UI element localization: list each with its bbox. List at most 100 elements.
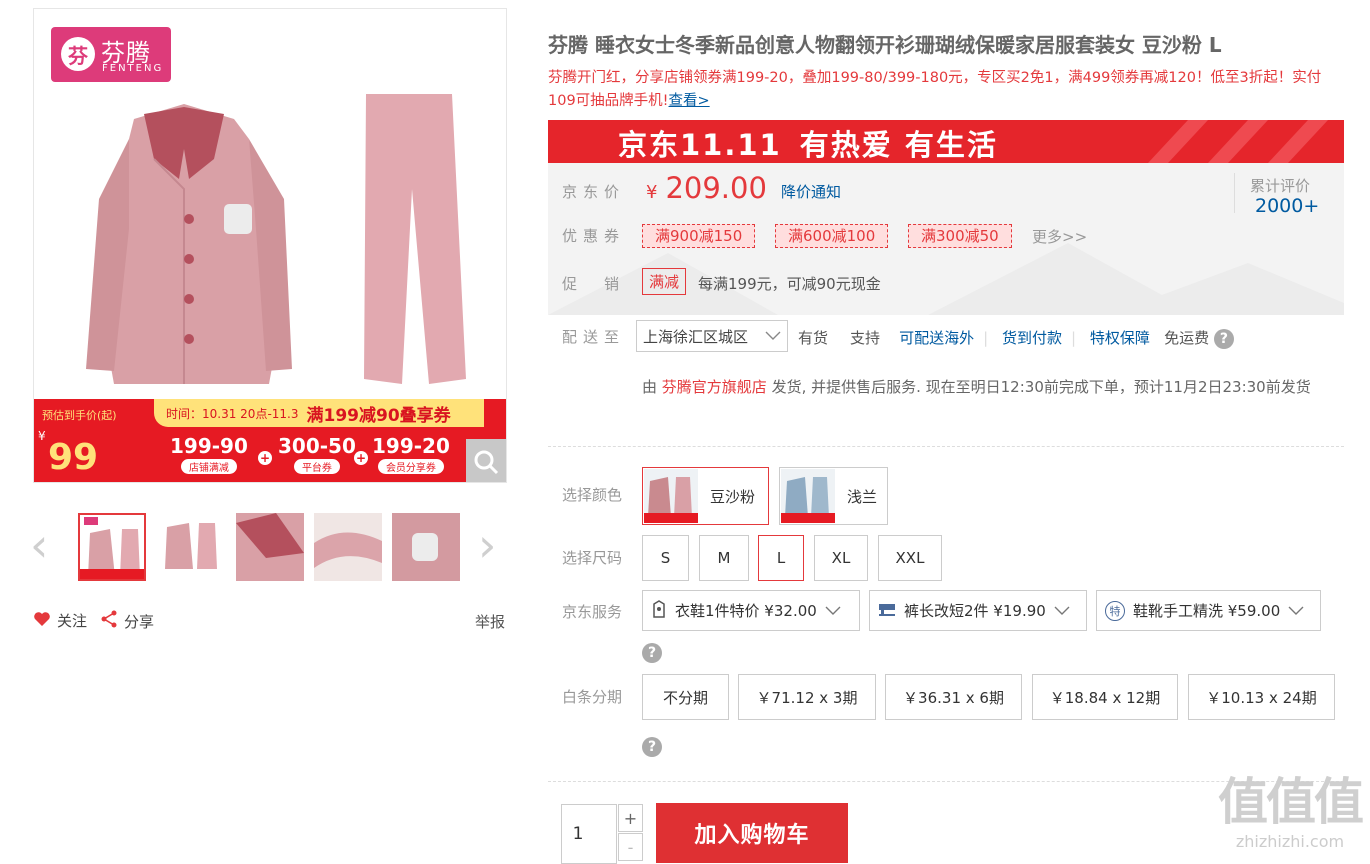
slogan-view-link[interactable]: 查看>: [669, 93, 710, 109]
stock-status: 有货: [798, 329, 829, 347]
promo-segment-sub: 会员分享券: [377, 459, 444, 474]
color-option[interactable]: 浅兰: [779, 467, 888, 525]
brand-logo: 芬 芬腾 FENTENG: [51, 27, 171, 82]
banner-text: 京东11.11 有热爱 有生活: [618, 122, 998, 163]
installment-option[interactable]: 不分期: [642, 674, 729, 720]
promo-label: 促销: [562, 275, 647, 293]
share-button[interactable]: 分享: [100, 610, 154, 632]
support-item[interactable]: 货到付款: [1002, 329, 1062, 347]
report-link[interactable]: 举报: [475, 611, 505, 632]
price-amount: 209.00: [665, 171, 767, 205]
size-option[interactable]: S: [642, 535, 689, 581]
divider: [548, 446, 1344, 447]
region-value: 上海徐汇区城区: [643, 327, 749, 346]
installment-option[interactable]: ￥36.31 x 6期: [885, 674, 1022, 720]
promo-segment-sub: 店铺满减: [180, 459, 237, 474]
color-name: 浅兰: [847, 487, 878, 506]
divider: |: [983, 329, 989, 347]
price-notice-link[interactable]: 降价通知: [781, 181, 841, 202]
estimate-label: 预估到手价(起): [42, 409, 117, 422]
promo-segment: 300-50 平台券: [278, 435, 356, 475]
estimate-currency: ¥: [38, 429, 46, 443]
installment-option[interactable]: ￥71.12 x 3期: [738, 674, 876, 720]
price-value: ¥209.00: [646, 171, 767, 205]
plus-icon: +: [258, 451, 272, 465]
divider: |: [1070, 329, 1077, 347]
size-option[interactable]: M: [699, 535, 749, 581]
thumbnail-item[interactable]: [236, 513, 304, 581]
jd-1111-banner: 京东11.11 有热爱 有生活: [548, 120, 1344, 163]
service-option[interactable]: 衣鞋1件特价 ¥32.00: [642, 590, 860, 631]
service-text: 鞋靴手工精洗 ¥59.00: [1133, 602, 1281, 620]
share-icon: [100, 610, 118, 632]
add-to-cart-button[interactable]: 加入购物车: [656, 803, 848, 863]
service-option[interactable]: 特 鞋靴手工精洗 ¥59.00: [1096, 590, 1321, 631]
promo-segment-amount: 199-20: [372, 434, 450, 458]
magnifier-icon[interactable]: [466, 439, 506, 482]
size-option[interactable]: XL: [814, 535, 868, 581]
promo-time-strip: 时间：10.31 20点-11.3 满199减90叠享券: [154, 399, 484, 427]
ship-prefix: 由: [642, 378, 662, 396]
follow-button[interactable]: 关注: [33, 610, 87, 631]
price-summary: 京东价 ¥209.00 降价通知 累计评价 2000+ 优惠券 满900减150…: [548, 163, 1344, 315]
thumbnail-prev-arrow-icon[interactable]: ‹: [30, 522, 48, 568]
ship-text: 发货, 并提供售后服务. 现在至明日12:30前完成下单，预计11月2日23:3…: [766, 378, 1311, 396]
price-currency: ¥: [646, 182, 658, 203]
question-icon[interactable]: ?: [1213, 328, 1234, 349]
region-select[interactable]: 上海徐汇区城区: [636, 320, 788, 352]
size-option-selected[interactable]: L: [758, 535, 804, 581]
quantity-plus-button[interactable]: +: [618, 804, 643, 832]
installment-option[interactable]: ￥18.84 x 12期: [1032, 674, 1178, 720]
free-shipping: 免运费: [1164, 329, 1210, 347]
product-title: 芬腾 睡衣女士冬季新品创意人物翻领开衫珊瑚绒保暖家居服套装女 豆沙粉 L: [548, 33, 1222, 57]
sewing-machine-icon: [878, 601, 896, 621]
thumbnail-item[interactable]: [78, 513, 146, 581]
thumbnail-item[interactable]: [314, 513, 382, 581]
coupons-more-link[interactable]: 更多>>: [1032, 226, 1087, 247]
service-label: 京东服务: [562, 603, 623, 621]
delivery-label: 配送至: [562, 328, 626, 346]
divider: [1234, 173, 1235, 213]
chevron-down-icon: [1288, 602, 1304, 620]
service-option[interactable]: 裤长改短2件 ¥19.90: [869, 590, 1087, 631]
promo-headline: 满199减90叠享券: [306, 405, 451, 426]
promo-text: 每满199元，可减90元现金: [698, 275, 881, 293]
coupon-item[interactable]: 满300减50: [908, 224, 1012, 248]
chevron-down-icon: [825, 602, 841, 620]
color-label: 选择颜色: [562, 486, 623, 504]
color-option-selected[interactable]: 豆沙粉: [642, 467, 769, 525]
shipping-info: 由 芬腾官方旗舰店 发货, 并提供售后服务. 现在至明日12:30前完成下单，预…: [642, 366, 1342, 409]
question-icon[interactable]: ?: [642, 643, 662, 663]
estimate-price: 99: [48, 437, 99, 478]
main-product-image[interactable]: 芬 芬腾 FENTENG 时间：10.31 20点-11.3 满199减90叠享…: [33, 8, 507, 483]
share-label: 分享: [124, 612, 155, 631]
promo-segment-amount: 300-50: [278, 434, 356, 458]
watermark-url: zhizhizhi.com: [1235, 832, 1345, 851]
store-link[interactable]: 芬腾官方旗舰店: [662, 378, 767, 396]
slogan-text: 芬腾开门红，分享店铺领券满199-20，叠加199-80/399-180元，专区…: [548, 70, 1322, 109]
review-label: 累计评价: [1250, 177, 1311, 195]
promo-segment: 199-90 店铺满减: [170, 435, 248, 475]
promo-tag: 满减: [642, 268, 687, 295]
installment-option[interactable]: ￥10.13 x 24期: [1188, 674, 1335, 720]
review-count-link[interactable]: 2000+: [1255, 195, 1319, 217]
chevron-down-icon: [1054, 602, 1070, 620]
size-label: 选择尺码: [562, 549, 623, 567]
thumbnail-item[interactable]: [392, 513, 460, 581]
heart-icon: [33, 611, 51, 631]
size-option[interactable]: XXL: [878, 535, 942, 581]
product-slogan: 芬腾开门红，分享店铺领券满199-20，叠加199-80/399-180元，专区…: [548, 67, 1348, 113]
question-icon[interactable]: ?: [642, 737, 662, 757]
brand-logo-mark: 芬: [61, 37, 95, 71]
support-item[interactable]: 可配送海外: [899, 329, 974, 347]
thumbnail-next-arrow-icon[interactable]: ›: [478, 522, 496, 568]
support-item[interactable]: 特权保障: [1090, 329, 1150, 347]
quantity-input[interactable]: 1: [561, 804, 617, 864]
installment-label: 白条分期: [562, 688, 623, 706]
coupon-item[interactable]: 满900减150: [642, 224, 756, 248]
coupon-item[interactable]: 满600减100: [775, 224, 889, 248]
promo-segment-sub: 平台券: [293, 459, 340, 474]
thumbnail-item[interactable]: [157, 513, 225, 581]
plus-icon: +: [354, 451, 368, 465]
special-badge-icon: 特: [1105, 600, 1125, 621]
